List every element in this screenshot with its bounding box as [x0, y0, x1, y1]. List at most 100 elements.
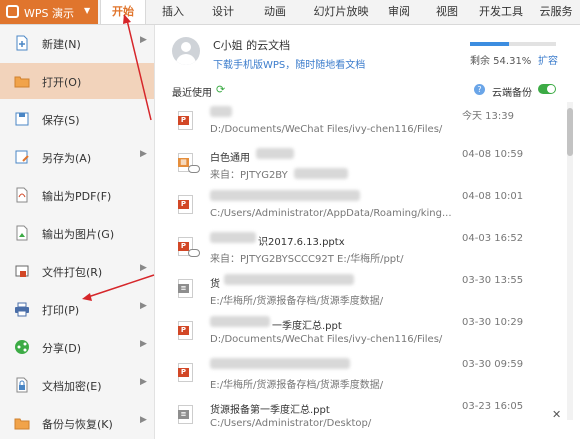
storage-quota-bar [470, 42, 556, 46]
image-export-icon [16, 225, 28, 241]
menu-item-save[interactable]: 保存(S) [0, 101, 154, 137]
menu-item-export-pdf[interactable]: 输出为PDF(F) [0, 177, 154, 213]
chevron-right-icon: ▶ [140, 415, 147, 425]
menu-item-label: 另存为(A) [42, 152, 92, 165]
recent-file-list: P D:/Documents/WeChat Files/ivy-chen116/… [158, 102, 568, 439]
chevron-right-icon: ▶ [140, 263, 147, 273]
close-icon[interactable]: ✕ [552, 408, 561, 421]
wps-logo-icon [6, 5, 19, 18]
tab-insert[interactable]: 插入 [156, 0, 190, 24]
cloud-user-title: C小姐 的云文档 [213, 39, 291, 52]
menu-item-export-image[interactable]: 输出为图片(G) [0, 215, 154, 251]
list-item[interactable]: P C:/Users/Administrator/AppData/Roaming… [158, 186, 568, 227]
menu-item-backup[interactable]: 备份与恢复(K) ▶ [0, 405, 154, 441]
recent-header: 最近使用 ⟳ ? 云端备份 [158, 82, 580, 100]
file-name: 货源报备第一季度汇总.ppt [210, 405, 330, 416]
backup-icon [14, 418, 30, 430]
file-date: 04-08 10:59 [462, 149, 524, 160]
tab-developer[interactable]: 开发工具 [477, 0, 525, 24]
download-mobile-link[interactable]: 下载手机版WPS，随时随地看文档 [213, 56, 365, 71]
tab-slideshow[interactable]: 幻灯片放映 [306, 0, 376, 24]
file-path: D:/Documents/WeChat Files/ivy-chen116/Fi… [210, 124, 443, 135]
list-item[interactable]: P 一季度汇总.ppt D:/Documents/WeChat Files/iv… [158, 312, 568, 353]
blurred-name [224, 274, 354, 285]
blurred-path [294, 168, 348, 179]
chevron-right-icon: ▶ [140, 339, 147, 349]
lock-icon [16, 377, 28, 393]
tab-start[interactable]: 开始 [100, 0, 146, 24]
menu-item-new[interactable]: 新建(N) ▶ [0, 25, 154, 61]
menu-item-label: 文件打包(R) [42, 266, 103, 279]
menu-item-label: 输出为图片(G) [42, 228, 115, 241]
package-icon [15, 265, 29, 277]
menu-item-label: 保存(S) [42, 114, 80, 127]
cloud-icon [188, 165, 200, 173]
app-name: WPS 演示 [24, 7, 74, 20]
storage-quota-text: 剩余 54.31% [470, 56, 532, 67]
menu-item-package[interactable]: 文件打包(R) ▶ [0, 253, 154, 289]
blurred-name [210, 316, 270, 327]
tab-review[interactable]: 审阅 [382, 0, 416, 24]
cloud-backup-label: 云端备份 [492, 88, 532, 99]
list-item[interactable]: ▦ 白色通用 来自：PJTYG2BY 04-08 10:59 [158, 144, 568, 185]
file-menu: 新建(N) ▶ 打开(O) 保存(S) 另存为(A) ▶ 输出为PDF(F) 输… [0, 25, 155, 439]
avatar[interactable] [172, 37, 200, 65]
file-date: 04-03 16:52 [462, 233, 524, 244]
pdf-export-icon [16, 187, 28, 203]
ppt-file-icon: P [178, 111, 193, 130]
refresh-icon[interactable]: ⟳ [216, 83, 225, 96]
file-name: 识2017.6.13.pptx [258, 237, 345, 248]
storage-quota-fill [470, 42, 510, 46]
file-path: D:/Documents/WeChat Files/ivy-chen116/Fi… [210, 334, 443, 345]
menu-item-save-as[interactable]: 另存为(A) ▶ [0, 139, 154, 175]
file-path: E:/华梅所/货源报备存档/货源季度数据/ [210, 380, 384, 391]
menu-item-label: 打印(P) [42, 304, 80, 317]
recent-label: 最近使用 [172, 88, 212, 99]
file-date: 03-30 13:55 [462, 275, 524, 286]
blurred-name [256, 148, 294, 159]
menu-item-label: 输出为PDF(F) [42, 190, 112, 203]
expand-storage-link[interactable]: 扩容 [538, 52, 558, 67]
blurred-name [210, 190, 360, 201]
menu-item-label: 新建(N) [42, 38, 81, 51]
tab-design[interactable]: 设计 [206, 0, 240, 24]
file-path: C:/Users/Administrator/AppData/Roaming/k… [210, 208, 452, 219]
share-icon [15, 340, 29, 354]
list-item[interactable]: P 识2017.6.13.pptx 来自：PJTYG2BYSCCC92T E:/… [158, 228, 568, 269]
menu-item-label: 备份与恢复(K) [42, 418, 113, 431]
open-folder-icon [14, 76, 30, 88]
doc-file-icon: ≡ [178, 279, 193, 298]
file-name: 一季度汇总.ppt [272, 321, 342, 332]
blurred-name [210, 358, 350, 369]
file-date: 今天 13:39 [462, 111, 514, 122]
tab-cloud-service[interactable]: 云服务 [536, 0, 576, 24]
wps-app-menu-button[interactable]: WPS 演示 ▼ [0, 0, 98, 24]
chevron-right-icon: ▶ [140, 377, 147, 387]
file-date: 03-30 10:29 [462, 317, 524, 328]
tab-view[interactable]: 视图 [430, 0, 464, 24]
save-as-icon [15, 150, 29, 164]
menu-item-encrypt[interactable]: 文档加密(E) ▶ [0, 367, 154, 403]
avatar-body [176, 54, 196, 65]
scrollbar-thumb[interactable] [567, 108, 573, 156]
new-file-icon [16, 35, 28, 51]
chevron-down-icon: ▼ [84, 6, 91, 15]
list-item[interactable]: P E:/华梅所/货源报备存档/货源季度数据/ 03-30 09:59 [158, 354, 568, 395]
tab-animation[interactable]: 动画 [258, 0, 292, 24]
file-list-scrollbar[interactable] [567, 102, 573, 420]
help-icon[interactable]: ? [474, 84, 485, 95]
list-item[interactable]: ≡ 货源报备第一季度汇总.ppt C:/Users/Administrator/… [158, 396, 568, 437]
file-date: 03-23 16:05 [462, 401, 524, 412]
chevron-right-icon: ▶ [140, 35, 147, 45]
menu-item-label: 打开(O) [42, 76, 82, 89]
menu-item-print[interactable]: 打印(P) ▶ [0, 291, 154, 327]
menu-item-open[interactable]: 打开(O) [0, 63, 154, 99]
cloud-icon [188, 249, 200, 257]
menu-item-label: 文档加密(E) [42, 380, 102, 393]
toggle-knob [547, 85, 555, 93]
list-item[interactable]: P D:/Documents/WeChat Files/ivy-chen116/… [158, 102, 568, 143]
menu-item-share[interactable]: 分享(D) ▶ [0, 329, 154, 365]
list-item[interactable]: ≡ 货 E:/华梅所/货源报备存档/货源季度数据/ 03-30 13:55 [158, 270, 568, 311]
file-path: 来自：PJTYG2BYSCCC92T E:/华梅所/ppt/ [210, 254, 404, 265]
cloud-backup-toggle[interactable] [538, 84, 556, 94]
